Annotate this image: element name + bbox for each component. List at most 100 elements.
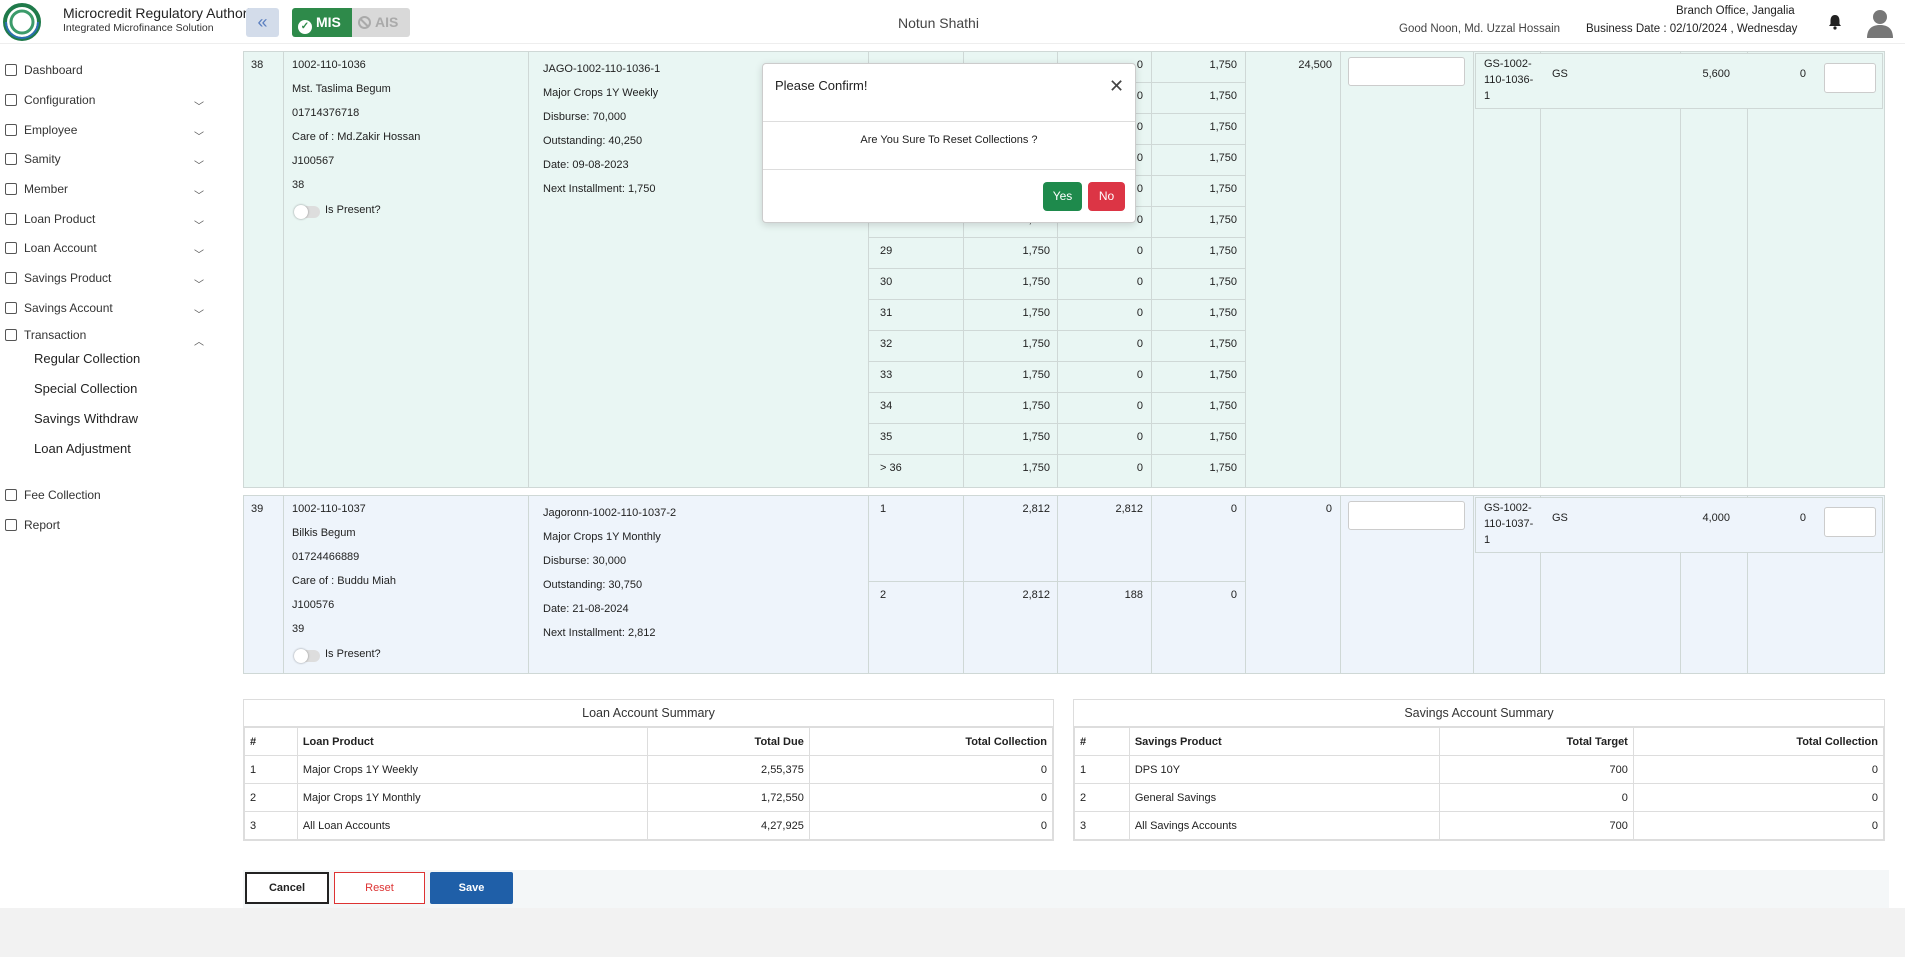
sidebar-item-loan-account[interactable]: Loan Account ﹀	[0, 234, 216, 262]
table-cell: 0	[1438, 783, 1634, 812]
col-header: Loan Product	[296, 727, 649, 756]
table-row: 3 All Savings Accounts 700 0	[1074, 811, 1885, 840]
savings-target: 0	[1799, 68, 1806, 80]
installment-no: 34	[880, 400, 893, 412]
ais-toggle-button[interactable]: AIS	[352, 8, 410, 37]
installment-due: 0	[1230, 503, 1237, 515]
savings-balance: 5,600	[1702, 68, 1730, 80]
installment-amount: 2,812	[1022, 503, 1050, 515]
sidebar-item-samity[interactable]: Samity ﹀	[0, 145, 216, 173]
submenu-item-loan-adjustment[interactable]: Loan Adjustment	[34, 441, 131, 456]
table-cell: All Loan Accounts	[296, 811, 649, 840]
sidebar-item-member[interactable]: Member ﹀	[0, 175, 216, 203]
collection-amount-input[interactable]	[1348, 57, 1465, 86]
sidebar-item-transaction[interactable]: Transaction ︿	[0, 321, 216, 349]
loan-date: Date: 21-08-2024	[543, 603, 629, 615]
app: Microcredit Regulatory Authority Integra…	[0, 0, 1905, 957]
org-name: Microcredit Regulatory Authority	[63, 5, 262, 21]
table-cell: 4,27,925	[647, 811, 810, 840]
total-due: 0	[1325, 503, 1332, 515]
savings-deposit-input[interactable]	[1824, 507, 1876, 537]
installment-due: 1,750	[1209, 59, 1237, 71]
column-divider	[283, 495, 284, 674]
table-cell: 700	[1438, 755, 1634, 784]
close-icon[interactable]: ✕	[1109, 76, 1124, 97]
sidebar-item-configuration[interactable]: Configuration ﹀	[0, 86, 216, 114]
sidebar-item-label: Samity	[24, 152, 61, 166]
savings-summary-title: Savings Account Summary	[1074, 700, 1884, 727]
column-divider	[528, 51, 529, 488]
sidebar-item-label: Fee Collection	[24, 488, 101, 502]
bell-icon[interactable]	[1826, 13, 1844, 31]
sidebar-item-savings-account[interactable]: Savings Account ﹀	[0, 294, 216, 322]
column-divider	[1340, 495, 1341, 674]
sidebar-item-savings-product[interactable]: Savings Product ﹀	[0, 264, 216, 292]
installment-no: 29	[880, 245, 893, 257]
divider	[763, 169, 1135, 170]
installment-due: 1,750	[1209, 400, 1237, 412]
dashboard-icon	[5, 64, 17, 76]
yes-button[interactable]: Yes	[1043, 182, 1082, 211]
installment-paid: 0	[1136, 400, 1143, 412]
installment-due: 1,750	[1209, 183, 1237, 195]
sidebar-item-label: Savings Product	[24, 271, 112, 285]
member-id: J100567	[292, 155, 335, 167]
table-cell: 2	[244, 783, 298, 812]
employee-icon	[5, 124, 17, 136]
sidebar-item-label: Configuration	[24, 93, 96, 107]
sidebar-item-report[interactable]: Report	[0, 511, 216, 539]
disburse-amount: Disburse: 70,000	[543, 111, 627, 123]
table-row: 1 Major Crops 1Y Weekly 2,55,375 0	[244, 755, 1054, 784]
outstanding-amount: Outstanding: 40,250	[543, 135, 643, 147]
sidebar-item-employee[interactable]: Employee ﹀	[0, 116, 216, 144]
col-header: Total Collection	[808, 727, 1054, 756]
business-date: Business Date : 02/10/2024 , Wednesday	[1586, 23, 1798, 35]
sidebar-item-dashboard[interactable]: Dashboard	[0, 56, 216, 84]
submenu-item-regular-collection[interactable]: Regular Collection	[34, 351, 140, 366]
member-roll: 39	[292, 623, 305, 635]
sliders-icon	[5, 94, 17, 106]
report-icon	[5, 519, 17, 531]
savings-code: GS-1002-110-1036-1	[1484, 58, 1534, 102]
save-button[interactable]: Save	[430, 872, 513, 904]
sidebar-item-fee-collection[interactable]: Fee Collection	[0, 481, 216, 509]
table-cell: DPS 10Y	[1128, 755, 1440, 784]
submenu-item-savings-withdraw[interactable]: Savings Withdraw	[34, 411, 138, 426]
serial-no: 39	[251, 503, 264, 515]
savings-deposit-input[interactable]	[1824, 63, 1876, 93]
table-cell: 0	[1632, 811, 1885, 840]
is-present-label: Is Present?	[325, 204, 381, 216]
disburse-amount: Disburse: 30,000	[543, 555, 627, 567]
column-divider	[1340, 51, 1341, 488]
org-subtitle: Integrated Microfinance Solution	[63, 22, 214, 34]
installment-amount: 1,750	[1022, 431, 1050, 443]
sidebar-item-loan-product[interactable]: Loan Product ﹀	[0, 205, 216, 233]
submenu-item-special-collection[interactable]: Special Collection	[34, 381, 137, 396]
savings-account-summary: Savings Account Summary # Savings Produc…	[1073, 699, 1885, 841]
total-due: 24,500	[1298, 59, 1332, 71]
check-icon: ✓	[298, 20, 312, 34]
cancel-button[interactable]: Cancel	[245, 872, 329, 904]
mra-logo	[3, 3, 41, 41]
row-divider	[868, 268, 1245, 269]
no-button[interactable]: No	[1088, 182, 1125, 211]
row-divider	[868, 330, 1245, 331]
table-cell: 2	[1074, 783, 1130, 812]
next-installment: Next Installment: 1,750	[543, 183, 656, 195]
collapse-sidebar-button[interactable]: «	[246, 8, 279, 37]
transaction-icon	[5, 329, 17, 341]
user-avatar-icon[interactable]	[1866, 8, 1894, 38]
collection-amount-input[interactable]	[1348, 501, 1465, 530]
outstanding-amount: Outstanding: 30,750	[543, 579, 643, 591]
loan-date: Date: 09-08-2023	[543, 159, 629, 171]
sidebar-item-label: Savings Account	[24, 301, 113, 315]
sidebar-item-label: Transaction	[24, 328, 87, 342]
reset-button[interactable]: Reset	[334, 872, 425, 904]
installment-due: 1,750	[1209, 245, 1237, 257]
member-phone: 01714376718	[292, 107, 360, 119]
table-cell: 700	[1438, 811, 1634, 840]
savings-type: GS	[1552, 512, 1568, 524]
is-present-toggle[interactable]	[294, 205, 320, 219]
mis-toggle-button[interactable]: ✓ MIS	[292, 8, 352, 37]
is-present-toggle[interactable]	[294, 649, 320, 663]
